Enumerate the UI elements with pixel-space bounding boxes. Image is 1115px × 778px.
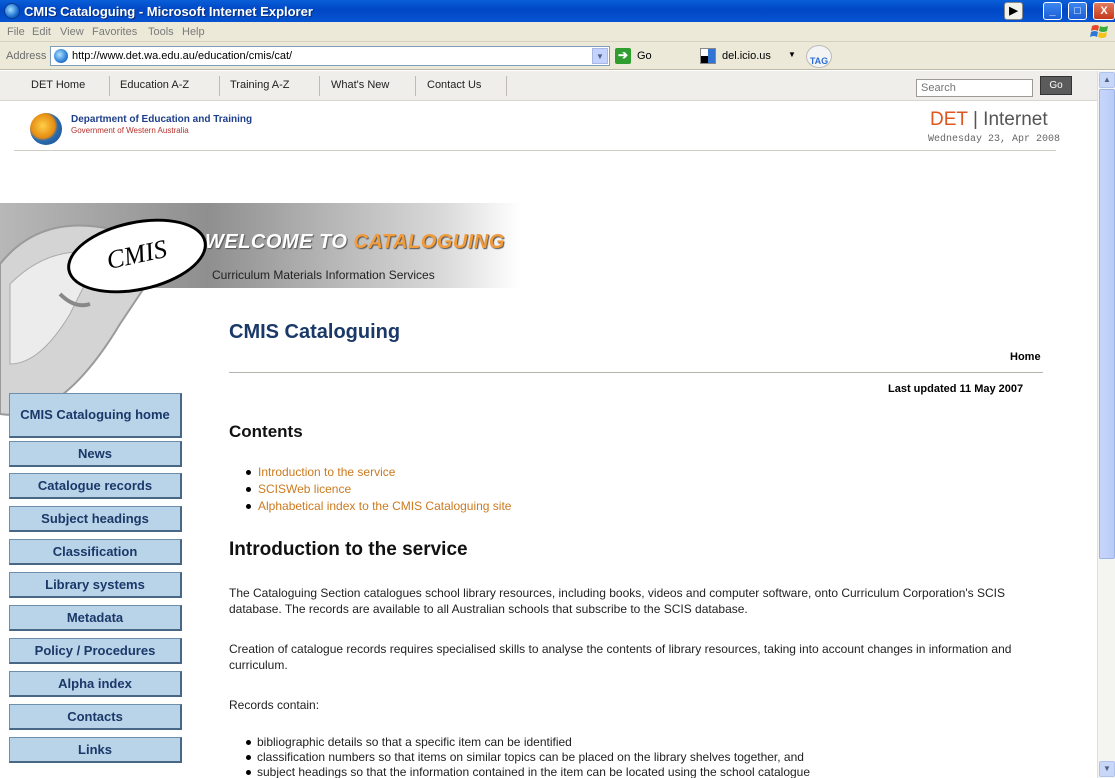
- menu-edit[interactable]: Edit: [32, 26, 51, 38]
- brand-separator: |: [967, 109, 984, 130]
- nav-det-home[interactable]: DET Home: [31, 79, 85, 91]
- nav-divider: [109, 76, 110, 96]
- toc-link-scisweb-licence[interactable]: SCISWeb licence: [245, 482, 511, 499]
- delicious-button[interactable]: del.icio.us: [722, 50, 771, 62]
- intro-paragraph-1: The Cataloguing Section catalogues schoo…: [229, 586, 1006, 616]
- address-label: Address: [6, 50, 47, 62]
- search-go-button[interactable]: Go: [1040, 76, 1072, 95]
- vertical-scrollbar[interactable]: ▲ ▼: [1097, 71, 1115, 778]
- go-button[interactable]: Go: [637, 50, 652, 62]
- links-arrow-button[interactable]: ▶: [1004, 2, 1023, 20]
- address-bar: Address http://www.det.wa.edu.au/educati…: [0, 42, 1115, 70]
- nav-training-a-z[interactable]: Training A-Z: [230, 79, 290, 91]
- nav-education-a-z[interactable]: Education A-Z: [120, 79, 189, 91]
- sidebar-item-news[interactable]: News: [9, 441, 182, 467]
- welcome-prefix: WELCOME TO: [205, 231, 354, 253]
- close-button[interactable]: X: [1093, 2, 1115, 20]
- maximize-button[interactable]: □: [1068, 2, 1087, 20]
- introduction-heading: Introduction to the service: [229, 539, 468, 560]
- government-name: Government of Western Australia: [71, 126, 189, 135]
- sidebar-item-subject-headings[interactable]: Subject headings: [9, 506, 182, 532]
- menu-file[interactable]: File: [7, 26, 25, 38]
- address-url: http://www.det.wa.edu.au/education/cmis/…: [72, 50, 293, 62]
- records-contain-label: Records contain:: [229, 698, 320, 712]
- scroll-thumb[interactable]: [1099, 89, 1115, 559]
- toc-link-alphabetical-index[interactable]: Alphabetical index to the CMIS Catalogui…: [245, 499, 511, 516]
- sidebar-item-cmis-cataloguing-home[interactable]: CMIS Cataloguing home: [9, 393, 182, 438]
- records-contain-list: bibliographic details so that a specific…: [245, 735, 811, 778]
- welcome-accent: CATALOGUING: [353, 231, 505, 253]
- nav-divider: [415, 76, 416, 96]
- sidebar-item-catalogue-records[interactable]: Catalogue records: [9, 473, 182, 499]
- sidebar-item-metadata[interactable]: Metadata: [9, 605, 182, 631]
- address-input[interactable]: http://www.det.wa.edu.au/education/cmis/…: [50, 46, 610, 66]
- header-divider: [14, 150, 1056, 151]
- minimize-button[interactable]: _: [1043, 2, 1062, 20]
- sidebar-item-classification[interactable]: Classification: [9, 539, 182, 565]
- nav-contact-us[interactable]: Contact Us: [427, 79, 481, 91]
- welcome-heading: WELCOME TO CATALOGUING: [205, 231, 505, 254]
- sidebar-item-links[interactable]: Links: [9, 737, 182, 763]
- title-divider: [229, 372, 1043, 373]
- brand-internet: Internet: [983, 109, 1048, 130]
- page-icon: [54, 49, 68, 63]
- contents-heading: Contents: [229, 422, 303, 441]
- nav-divider: [319, 76, 320, 96]
- delicious-dropdown-icon[interactable]: ▼: [788, 50, 796, 59]
- sidebar-item-contacts[interactable]: Contacts: [9, 704, 182, 730]
- toc-link-introduction[interactable]: Introduction to the service: [245, 465, 511, 482]
- search-input[interactable]: [916, 79, 1033, 97]
- chevron-down-icon[interactable]: ▼: [592, 48, 608, 64]
- breadcrumb-home[interactable]: Home: [1010, 351, 1041, 363]
- window-titlebar: CMIS Cataloguing - Microsoft Internet Ex…: [0, 0, 1115, 22]
- contents-list: Introduction to the service SCISWeb lice…: [245, 465, 511, 516]
- menu-view[interactable]: View: [60, 26, 84, 38]
- scroll-down-icon[interactable]: ▼: [1099, 761, 1115, 777]
- list-item: bibliographic details so that a specific…: [245, 735, 810, 750]
- menu-help[interactable]: Help: [182, 26, 205, 38]
- det-internet-brand: DET | Internet: [930, 109, 1048, 131]
- sidebar-item-alpha-index[interactable]: Alpha index: [9, 671, 182, 697]
- scroll-up-icon[interactable]: ▲: [1099, 72, 1115, 88]
- windows-logo-icon: [1090, 25, 1108, 38]
- sidebar-item-library-systems[interactable]: Library systems: [9, 572, 182, 598]
- nav-divider: [506, 76, 507, 96]
- nav-divider: [219, 76, 220, 96]
- brand-det: DET: [930, 109, 968, 130]
- page-viewport: DET Home Education A-Z Training A-Z What…: [0, 71, 1097, 778]
- menubar: File Edit View Favorites Tools Help: [0, 22, 1115, 42]
- menu-tools[interactable]: Tools: [148, 26, 174, 38]
- banner-subtitle: Curriculum Materials Information Service…: [212, 268, 435, 282]
- internet-explorer-icon: [4, 3, 20, 19]
- window-title: CMIS Cataloguing - Microsoft Internet Ex…: [24, 4, 313, 19]
- intro-paragraph-2: Creation of catalogue records requires s…: [229, 642, 1012, 672]
- current-date: Wednesday 23, Apr 2008: [928, 134, 1061, 145]
- menu-favorites[interactable]: Favorites: [92, 26, 137, 38]
- go-arrow-icon[interactable]: ➔: [615, 48, 631, 64]
- tag-button[interactable]: TAG: [806, 45, 832, 68]
- page-title: CMIS Cataloguing: [229, 321, 401, 343]
- department-name[interactable]: Department of Education and Training: [71, 114, 252, 125]
- sidebar-item-policy-procedures[interactable]: Policy / Procedures: [9, 638, 182, 664]
- delicious-icon[interactable]: [700, 48, 716, 64]
- top-navigation: DET Home Education A-Z Training A-Z What…: [0, 71, 1097, 101]
- last-updated: Last updated 11 May 2007: [888, 383, 1024, 395]
- nav-whats-new[interactable]: What's New: [331, 79, 389, 91]
- list-item: classification numbers so that items on …: [245, 750, 810, 765]
- list-item: subject headings so that the information…: [245, 765, 811, 778]
- department-logo-icon[interactable]: [30, 113, 62, 145]
